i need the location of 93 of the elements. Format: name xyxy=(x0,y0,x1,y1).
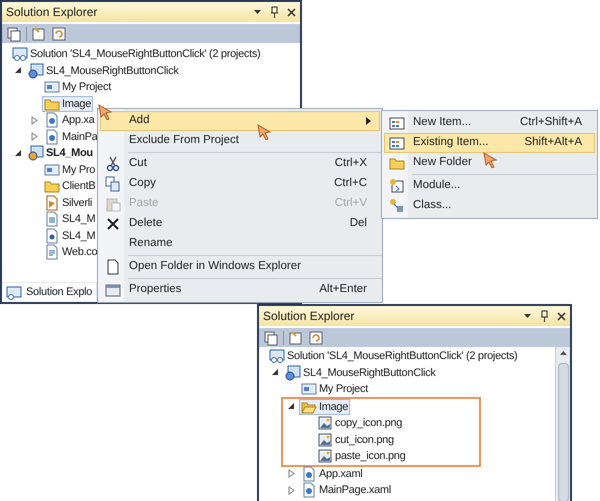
delete-icon xyxy=(105,216,121,232)
solution-icon xyxy=(6,284,22,300)
menu-item[interactable]: Rename xyxy=(100,234,380,254)
refresh-icon[interactable] xyxy=(51,26,67,42)
menu-item[interactable]: Existing Item... Shift+Alt+A xyxy=(384,133,595,153)
tree-item[interactable]: SL4_MouseRightButtonClick xyxy=(26,62,181,79)
properties-icon[interactable] xyxy=(31,26,47,42)
menu-item[interactable]: New Folder xyxy=(384,153,595,173)
collapse-arrow-icon[interactable] xyxy=(14,67,22,74)
menu-item[interactable]: Exclude From Project xyxy=(100,131,380,151)
properties-icon[interactable] xyxy=(288,330,304,346)
expand-arrow-icon[interactable] xyxy=(30,132,38,142)
solution-icon xyxy=(269,348,285,364)
properties-icon xyxy=(105,282,121,298)
tree-item[interactable]: My Project xyxy=(299,381,370,398)
image-file-icon xyxy=(317,432,333,448)
menu-item[interactable]: Cut Ctrl+X xyxy=(100,154,380,174)
tree-item[interactable]: App.xaml xyxy=(299,466,364,482)
xaml-file-icon xyxy=(301,482,317,498)
project-icon xyxy=(28,62,44,79)
silverlight-file-icon xyxy=(44,194,60,211)
show-files-icon[interactable] xyxy=(6,26,22,42)
collapse-arrow-icon[interactable] xyxy=(288,403,294,410)
refresh-icon[interactable] xyxy=(308,330,324,346)
collapse-arrow-icon[interactable] xyxy=(14,150,22,157)
project-icon xyxy=(285,364,301,381)
module-icon xyxy=(389,178,405,194)
tree-item[interactable]: Image xyxy=(299,398,350,415)
tree-item[interactable]: Web.co xyxy=(42,244,100,260)
cursor-icon xyxy=(257,124,271,140)
show-files-icon[interactable] xyxy=(263,330,279,346)
menu-item[interactable]: Delete Del xyxy=(100,214,380,234)
xaml-file-icon xyxy=(301,466,317,482)
tree-item[interactable]: Solution 'SL4_MouseRightButtonClick' (2 projects) xyxy=(267,348,520,364)
tree-item[interactable]: cut_icon.png xyxy=(315,432,396,448)
tree-item[interactable]: My Project xyxy=(42,79,113,96)
cursor-icon xyxy=(483,152,497,168)
dropdown-arrow-icon[interactable] xyxy=(253,9,262,15)
close-icon[interactable] xyxy=(287,8,296,16)
project-icon xyxy=(28,145,44,162)
tree-item[interactable]: SL4_M xyxy=(42,228,98,244)
dropdown-arrow-icon[interactable] xyxy=(523,313,532,319)
xaml-file-icon xyxy=(44,112,60,128)
menu-item[interactable]: Open Folder in Windows Explorer xyxy=(100,257,380,277)
panel-title: Solution Explorer xyxy=(6,4,98,21)
add-item-icon xyxy=(389,115,405,131)
tree-item[interactable]: MainPa xyxy=(42,128,100,145)
tree-item[interactable]: ClientB xyxy=(42,178,98,194)
properties-icon xyxy=(44,162,60,178)
clipboard-icon xyxy=(105,196,121,212)
tree-item[interactable]: paste_icon.png xyxy=(315,448,408,464)
menu-item[interactable]: New Item... Ctrl+Shift+A xyxy=(384,113,595,133)
menu-item[interactable]: Properties Alt+Enter xyxy=(100,280,380,300)
menu-item[interactable]: Class... xyxy=(384,196,595,216)
copy-icon xyxy=(105,176,121,192)
tree-item[interactable]: My Pro xyxy=(42,162,98,178)
html-file-icon xyxy=(44,228,60,244)
tree-item[interactable]: Solution 'SL4_MouseRightButtonClick' (2 projects) xyxy=(10,46,262,62)
tree-item[interactable]: Image xyxy=(42,96,94,112)
panel-title: Solution Explorer xyxy=(263,308,356,325)
scissors-icon xyxy=(105,156,121,172)
menu-item[interactable]: Module... xyxy=(384,176,595,196)
tree-item[interactable]: MainPage.xaml xyxy=(299,482,393,498)
collapse-arrow-icon[interactable] xyxy=(272,369,278,376)
expand-arrow-icon[interactable] xyxy=(288,469,294,478)
tree-item[interactable]: SL4_M xyxy=(42,211,98,228)
config-file-icon xyxy=(44,244,60,260)
tree-item[interactable]: copy_icon.png xyxy=(315,415,404,432)
tree-item[interactable]: Silverli xyxy=(42,194,94,211)
tree-item[interactable]: SL4_Mou xyxy=(26,145,95,162)
add-item-icon xyxy=(389,135,405,151)
tree-item[interactable]: SL4_MouseRightButtonClick xyxy=(283,364,438,381)
image-file-icon xyxy=(317,448,333,464)
scrollbar[interactable] xyxy=(555,347,570,501)
expand-arrow-icon[interactable] xyxy=(288,486,294,495)
menu-item[interactable]: Copy Ctrl+C xyxy=(100,174,380,194)
panel-tab[interactable]: Solution Explo xyxy=(2,283,96,302)
class-icon xyxy=(389,198,405,214)
image-file-icon xyxy=(317,415,333,432)
close-icon[interactable] xyxy=(557,312,566,320)
scroll-up-icon[interactable] xyxy=(560,351,566,355)
pin-icon[interactable] xyxy=(270,6,279,18)
xaml-file-icon xyxy=(44,128,60,145)
page-file-icon xyxy=(44,211,60,228)
menu-item[interactable]: Add xyxy=(100,111,380,131)
solution-icon xyxy=(12,46,28,62)
expand-arrow-icon[interactable] xyxy=(30,116,38,125)
cursor-icon xyxy=(98,104,112,120)
tree-item[interactable]: App.xa xyxy=(42,112,96,128)
document-icon xyxy=(105,259,121,275)
pin-icon[interactable] xyxy=(540,310,549,322)
properties-icon xyxy=(44,79,60,96)
properties-icon xyxy=(301,381,317,398)
